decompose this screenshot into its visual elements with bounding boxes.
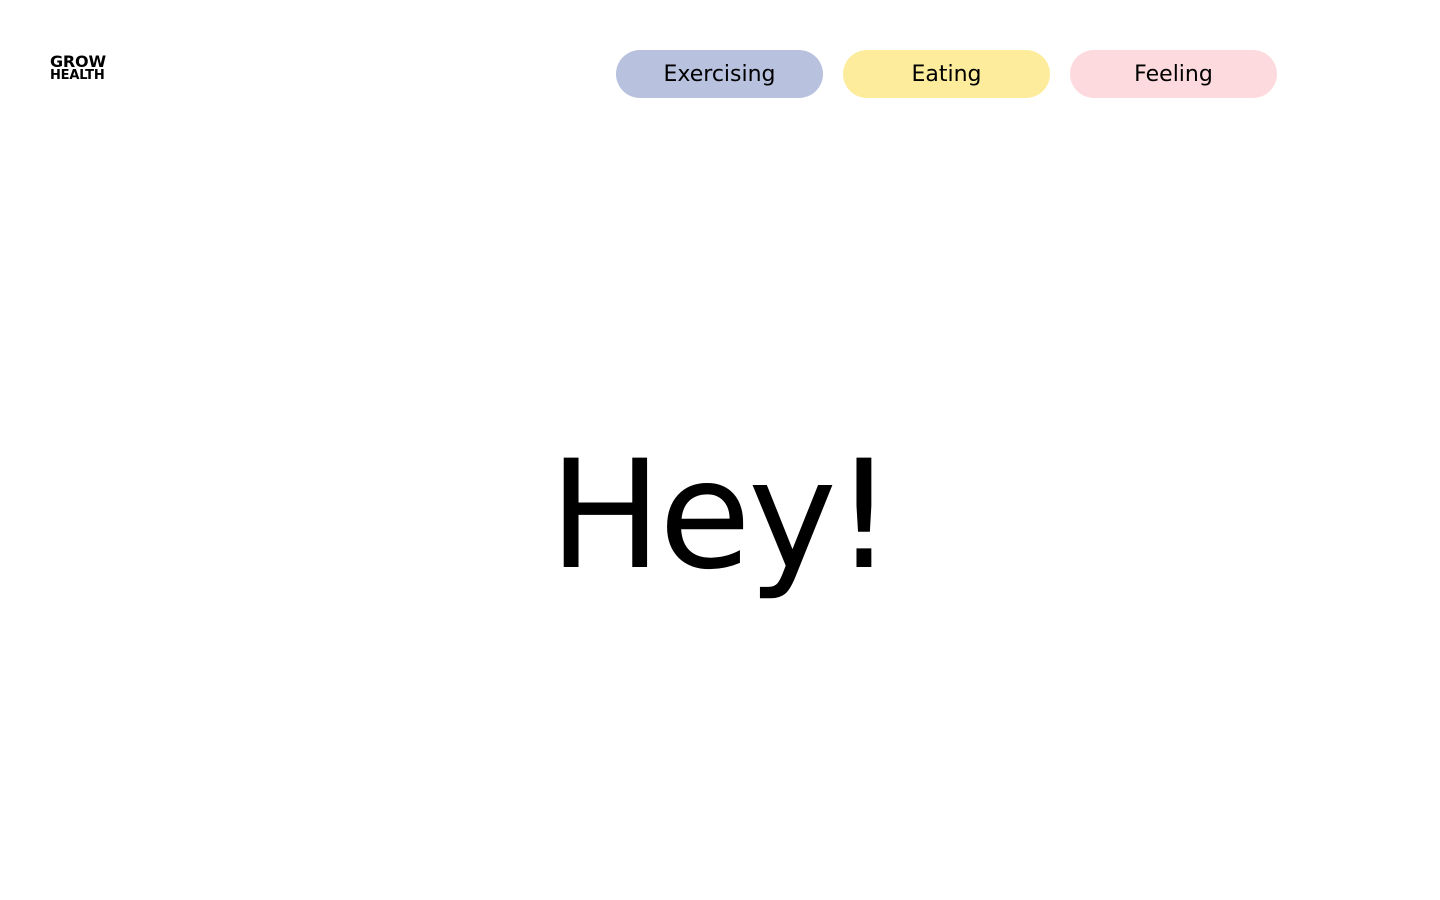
main-nav: Exercising Eating Feeling: [616, 50, 1277, 98]
nav-eating-button[interactable]: Eating: [843, 50, 1050, 98]
brand-logo-line2: HEALTH: [50, 68, 105, 83]
nav-feeling-button[interactable]: Feeling: [1070, 50, 1277, 98]
hero-greeting: Hey!: [549, 428, 894, 603]
brand-logo-line1: GROW: [50, 52, 106, 71]
page: GROW HEALTH Exercising Eating Feeling He…: [0, 0, 1440, 900]
nav-exercising-button[interactable]: Exercising: [616, 50, 823, 98]
brand-logo[interactable]: GROW HEALTH: [50, 52, 106, 83]
